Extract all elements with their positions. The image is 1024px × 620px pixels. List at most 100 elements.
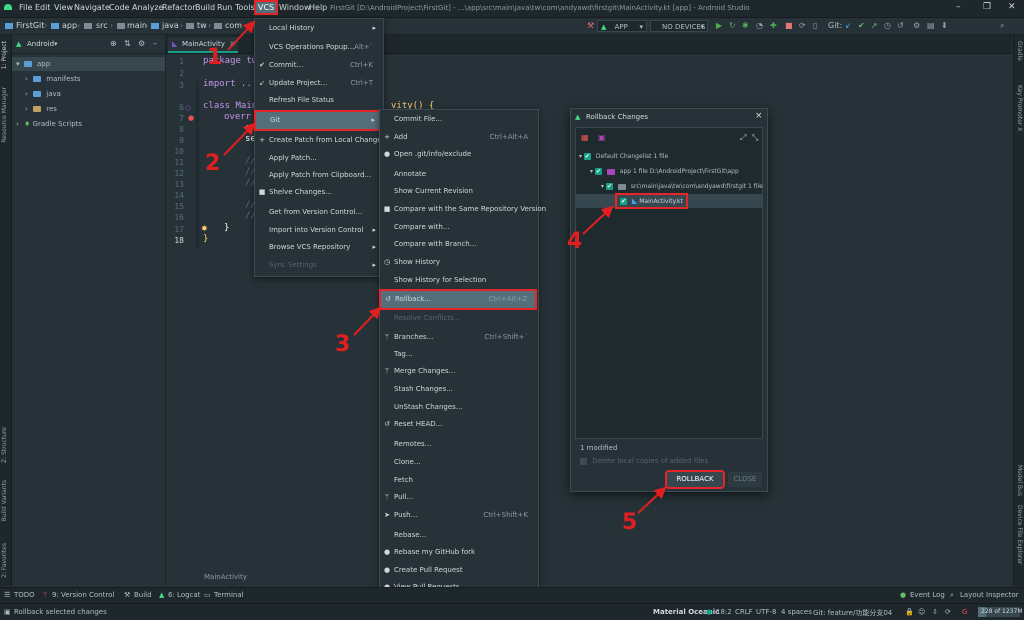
run-config-select[interactable]: ▲ APP ▾ bbox=[597, 20, 647, 32]
tab-device-file-explorer[interactable]: Device File Explorer bbox=[1016, 505, 1023, 564]
debug-icon[interactable]: ✱ bbox=[742, 21, 749, 30]
git-menu-item-create-pull-request[interactable]: ● Create Pull Request bbox=[380, 562, 536, 579]
tree-item-gradle-scripts[interactable]: › ♦ Gradle Scripts bbox=[12, 117, 165, 131]
git-menu-item-rebase-my-github-fork[interactable]: ● Rebase my GitHub fork bbox=[380, 544, 536, 561]
avd-manager-icon[interactable]: ▯ bbox=[813, 21, 817, 30]
git-menu-item-push[interactable]: ➤ Push... Ctrl+Shift+K bbox=[380, 507, 536, 524]
checkbox-checked[interactable]: ✔ bbox=[583, 153, 591, 160]
tool-tab-logcat[interactable]: 6: Logcat bbox=[168, 591, 200, 599]
group-by-icon[interactable]: ▦ bbox=[581, 133, 589, 142]
lightbulb-icon[interactable]: ✸ bbox=[201, 224, 208, 233]
tab-structure[interactable]: Z: Structure bbox=[1, 427, 8, 463]
project-view-select[interactable]: Android bbox=[27, 40, 54, 48]
lock-icon[interactable]: 🔒 bbox=[905, 608, 914, 616]
git-push-icon[interactable]: ➚ bbox=[871, 21, 878, 30]
git-menu-item-annotate[interactable]: Annotate bbox=[380, 166, 536, 183]
git-menu-item-tag[interactable]: Tag... bbox=[380, 346, 536, 363]
git-menu-item-unstash-changes[interactable]: UnStash Changes... bbox=[380, 399, 536, 416]
git-menu-item-rebase[interactable]: Rebase... bbox=[380, 527, 536, 544]
checkbox-checked[interactable]: ✔ bbox=[620, 198, 627, 205]
sync-icon[interactable]: ⟳ bbox=[945, 608, 951, 616]
apply-changes-icon[interactable]: ↻ bbox=[729, 21, 736, 30]
menu-window[interactable]: Window bbox=[279, 3, 311, 12]
tool-tab-todo[interactable]: TODO bbox=[14, 591, 35, 599]
vcs-menu-item-git[interactable]: Git ▸ bbox=[254, 110, 382, 131]
git-update-icon[interactable]: ↙ bbox=[845, 21, 852, 30]
git-menu-item-open-git-info-exclude[interactable]: ● Open .git/info/exclude bbox=[380, 146, 536, 163]
maximize-icon[interactable]: ❐ bbox=[983, 2, 991, 12]
git-menu-item-pull[interactable]: ᛘ Pull... bbox=[380, 489, 536, 506]
close-button[interactable]: CLOSE bbox=[728, 472, 762, 487]
git-branch[interactable]: Git: feature/功能分支04 bbox=[813, 608, 892, 618]
breadcrumb-tw[interactable]: tw bbox=[197, 21, 207, 30]
menu-vcs[interactable]: VCS bbox=[253, 0, 279, 15]
menu-run[interactable]: Run bbox=[217, 3, 232, 12]
tab-build-variants[interactable]: Build Variants bbox=[1, 480, 8, 521]
git-menu-item-reset-head[interactable]: ↺ Reset HEAD... bbox=[380, 416, 536, 433]
tab-key-promoter[interactable]: Key Promoter X bbox=[1016, 85, 1023, 131]
settings-icon[interactable]: ⚙ bbox=[913, 21, 920, 30]
delete-local-copies-checkbox[interactable]: Delete local copies of added files bbox=[580, 457, 708, 465]
stop-icon[interactable]: ■ bbox=[785, 21, 793, 30]
sdk-manager-icon[interactable]: ⬇ bbox=[941, 21, 948, 30]
tree-source-path[interactable]: ▾ ✔ src\main\java\tw\com\andyawd\firstgi… bbox=[601, 180, 763, 193]
git-menu-item-compare-with-the-same-repository-version[interactable]: ■ Compare with the Same Repository Versio… bbox=[380, 201, 546, 218]
vcs-menu-item-commit[interactable]: ✔ Commit... Ctrl+K bbox=[255, 57, 381, 74]
git-menu-item-branches[interactable]: ᛘ Branches... Ctrl+Shift+` bbox=[380, 329, 536, 346]
menu-refactor[interactable]: Refactor bbox=[162, 3, 196, 12]
tab-model-bus[interactable]: Model Bus bbox=[1016, 465, 1023, 496]
git-commit-icon[interactable]: ✔ bbox=[858, 21, 865, 30]
git-menu-item-compare-with[interactable]: Compare with... bbox=[380, 219, 536, 236]
caret-position[interactable]: 18:2 bbox=[716, 608, 732, 616]
vcs-menu-item-shelve-changes[interactable]: ■ Shelve Changes... bbox=[255, 184, 381, 201]
git-menu-item-show-current-revision[interactable]: Show Current Revision bbox=[380, 183, 536, 200]
vcs-menu-item-import-into-version-control[interactable]: Import into Version Control ▸ bbox=[255, 222, 381, 239]
git-menu-item-add[interactable]: + Add Ctrl+Alt+A bbox=[380, 129, 536, 146]
dialog-close-icon[interactable]: × bbox=[755, 111, 763, 121]
structure-icon[interactable]: ▤ bbox=[927, 21, 935, 30]
module-group-icon[interactable]: ▣ bbox=[598, 133, 606, 142]
tab-project[interactable]: 1: Project bbox=[1, 41, 8, 69]
tree-mainactivity-file[interactable]: ✔ ◣ MainActivity.kt bbox=[615, 193, 688, 209]
menu-tools[interactable]: Tools bbox=[235, 3, 255, 12]
editor-tab-mainactivity[interactable]: ◣ MainActivity × bbox=[168, 37, 238, 53]
breadcrumb-app[interactable]: app bbox=[62, 21, 77, 30]
expand-all-icon[interactable]: ⤢ bbox=[740, 133, 746, 143]
hide-icon[interactable]: – bbox=[153, 39, 157, 48]
vcs-menu-item-get-from-version-control[interactable]: Get from Version Control... bbox=[255, 204, 381, 221]
vcs-menu-item-apply-patch[interactable]: Apply Patch... bbox=[255, 150, 381, 167]
editor-breadcrumb[interactable]: MainActivity bbox=[204, 573, 247, 581]
profile-icon[interactable]: ◔ bbox=[756, 21, 763, 30]
inspector-icon[interactable]: ☺ bbox=[918, 608, 925, 616]
vcs-menu-item-vcs-operations-popup[interactable]: VCS Operations Popup... Alt+` bbox=[255, 39, 381, 56]
git-rollback-icon[interactable]: ↺ bbox=[897, 21, 904, 30]
git-menu-item-merge-changes[interactable]: ᛘ Merge Changes... bbox=[380, 363, 536, 380]
vcs-menu-item-create-patch-from-local-changes[interactable]: + Create Patch from Local Changes... bbox=[255, 132, 392, 149]
tree-item-app[interactable]: ▾ app bbox=[12, 57, 165, 71]
search-icon[interactable]: ⌕ bbox=[1000, 21, 1004, 31]
hammer-icon[interactable]: ⚒ bbox=[587, 21, 594, 30]
tab-resource-manager[interactable]: Resource Manager bbox=[1, 87, 8, 143]
breadcrumb-com[interactable]: com bbox=[225, 21, 242, 30]
git-menu-item-compare-with-branch[interactable]: Compare with Branch... bbox=[380, 236, 536, 253]
git-history-icon[interactable]: ◷ bbox=[884, 21, 891, 30]
breadcrumb-main[interactable]: main bbox=[127, 21, 147, 30]
git-menu-item-stash-changes[interactable]: Stash Changes... bbox=[380, 381, 536, 398]
google-icon[interactable]: G bbox=[962, 608, 967, 616]
collapse-icon[interactable]: ⇅ bbox=[124, 39, 131, 48]
breadcrumb-firstgit[interactable]: FirstGit bbox=[16, 21, 44, 30]
checkbox-checked[interactable]: ✔ bbox=[605, 183, 613, 190]
menu-help[interactable]: Help bbox=[309, 3, 327, 12]
vcs-menu-item-local-history[interactable]: Local History ▸ bbox=[255, 20, 381, 37]
sync-icon[interactable]: ⟳ bbox=[799, 21, 806, 30]
menu-analyze[interactable]: Analyze bbox=[132, 3, 164, 12]
checkbox-unchecked[interactable] bbox=[580, 457, 587, 465]
checkbox-checked[interactable]: ✔ bbox=[594, 168, 602, 175]
attach-debugger-icon[interactable]: ✚ bbox=[770, 21, 777, 30]
collapse-all-icon[interactable]: ⤡ bbox=[752, 133, 758, 143]
tool-tab-version-control[interactable]: 9: Version Control bbox=[52, 591, 114, 599]
tool-tab-event-log[interactable]: Event Log bbox=[910, 591, 945, 599]
git-menu-item-show-history[interactable]: ◷ Show History bbox=[380, 254, 536, 271]
menu-edit[interactable]: Edit bbox=[35, 3, 51, 12]
line-separator[interactable]: CRLF bbox=[735, 608, 753, 616]
